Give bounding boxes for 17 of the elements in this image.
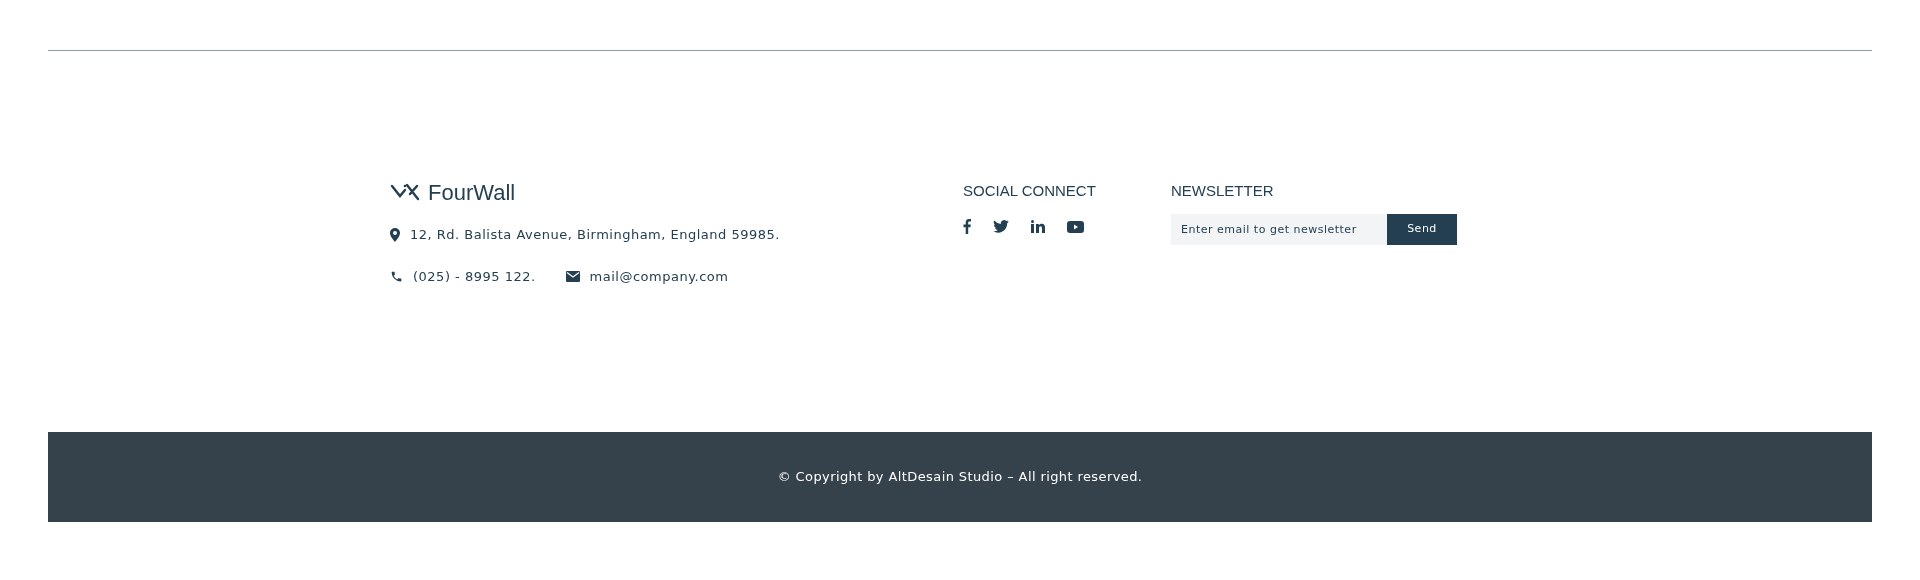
mail-icon (565, 270, 580, 282)
social-heading: SOCIAL CONNECT (963, 181, 1097, 201)
facebook-icon[interactable] (963, 219, 971, 234)
phone-icon (390, 269, 403, 283)
email-input[interactable]: Enter email to get newsletter (1171, 214, 1387, 245)
linkedin-icon[interactable] (1031, 220, 1045, 233)
newsletter-heading: NEWSLETTER (1171, 181, 1275, 201)
address-text: 12, Rd. Balista Avenue, Birmingham, England 59985. (410, 226, 780, 244)
logo-icon (390, 183, 422, 201)
location-pin-icon (390, 227, 400, 242)
phone-text: (025) - 8995 122. (413, 267, 536, 286)
send-button[interactable]: Send (1387, 214, 1457, 245)
email-link[interactable]: mail@company.com (589, 266, 729, 286)
youtube-icon[interactable] (1067, 220, 1084, 233)
brand-name: FourWall (428, 178, 516, 207)
twitter-icon[interactable] (993, 220, 1009, 233)
copyright-text: © Copyright by AltDesain Studio – All right reserved. (777, 468, 1143, 487)
